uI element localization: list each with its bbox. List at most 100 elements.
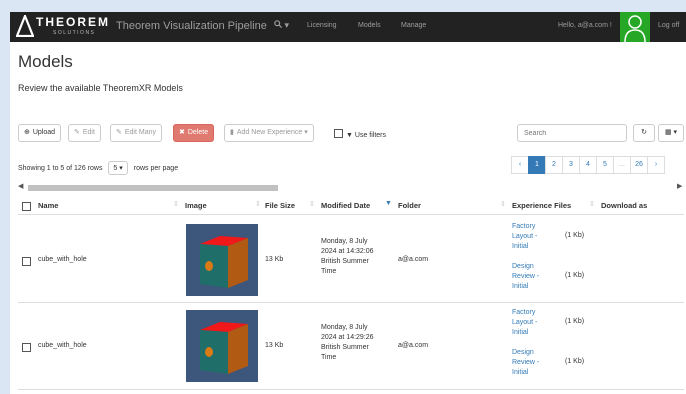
page-size-select[interactable]: 5 ▾ <box>108 161 128 175</box>
use-filters-label: Use filters <box>354 132 387 139</box>
page-title: Models <box>18 52 73 71</box>
page-4[interactable]: 4 <box>579 156 597 174</box>
theorem-logo[interactable]: THEOREM SOLUTIONS <box>12 12 114 42</box>
caret-down-icon: ▾ <box>284 20 290 30</box>
row-folder: a@a.com <box>398 342 429 349</box>
checkbox-box[interactable] <box>334 129 343 138</box>
row-name: cube_with_hole <box>38 342 87 349</box>
row-divider <box>18 389 684 390</box>
page-2[interactable]: 2 <box>545 156 563 174</box>
navbar: THEOREM SOLUTIONS Theorem Visualization … <box>10 12 686 42</box>
col-header-experience-files[interactable]: Experience Files <box>512 201 571 210</box>
sort-icon[interactable]: ⇕ <box>309 200 315 208</box>
edit-many-button[interactable]: ✎ Edit Many <box>110 124 162 142</box>
experience-file-link[interactable]: Factory Layout - Initial <box>512 222 552 252</box>
caret-down-icon: ▾ <box>304 129 308 136</box>
horizontal-scrollbar[interactable]: ◀ ▶ <box>18 182 684 192</box>
caret-down-icon: ▾ <box>673 129 678 136</box>
grid-icon: ▦ <box>664 129 672 136</box>
row-file-size: 13 Kb <box>265 256 284 263</box>
row-checkbox[interactable] <box>22 257 31 266</box>
page-3[interactable]: 3 <box>562 156 580 174</box>
upload-label: Upload <box>32 129 56 136</box>
bookmark-icon: ▮ <box>230 129 234 136</box>
refresh-button[interactable]: ↻ <box>633 124 655 142</box>
page-26[interactable]: 26 <box>630 156 648 174</box>
nav-link-manage[interactable]: Manage <box>401 22 426 29</box>
nav-link-licensing[interactable]: Licensing <box>307 22 337 29</box>
experience-file-link[interactable]: Design Review - Initial <box>512 348 552 378</box>
app-title[interactable]: Theorem Visualization Pipeline <box>116 20 267 32</box>
experience-file-link[interactable]: Factory Layout - Initial <box>512 308 552 338</box>
row-file-size: 13 Kb <box>265 342 284 349</box>
close-icon: ✖ <box>179 129 185 136</box>
sort-icon[interactable]: ⇕ <box>255 200 261 208</box>
col-header-image[interactable]: Image <box>185 201 207 210</box>
search-icon <box>274 20 283 29</box>
col-header-download-as[interactable]: Download as <box>601 201 647 210</box>
pagination-info: Showing 1 to 5 of 126 rows 5 ▾ rows per … <box>18 161 178 175</box>
model-thumbnail <box>186 224 258 296</box>
col-header-folder[interactable]: Folder <box>398 201 421 210</box>
scroll-left-icon[interactable]: ◀ <box>18 182 23 190</box>
col-header-modified-date[interactable]: Modified Date <box>321 201 370 210</box>
showing-rows-text: Showing 1 to 5 of 126 rows <box>18 165 103 172</box>
page-subtitle: Review the available TheoremXR Models <box>18 83 183 93</box>
nav-search-dropdown[interactable]: ▾ <box>274 20 289 31</box>
add-experience-label: Add New Experience <box>236 129 303 136</box>
pagination: ‹ 1 2 3 4 5 ... 26 › <box>511 156 665 174</box>
user-greeting[interactable]: Hello, a@a.com ! <box>558 22 612 29</box>
page-next[interactable]: › <box>647 156 665 174</box>
scroll-right-icon[interactable]: ▶ <box>677 182 682 190</box>
row-name: cube_with_hole <box>38 256 87 263</box>
refresh-icon: ↻ <box>641 129 647 136</box>
col-header-name[interactable]: Name <box>38 201 58 210</box>
sort-icon[interactable]: ⇕ <box>589 200 595 208</box>
experience-file-size: (1 Kb) <box>565 272 585 279</box>
use-filters-checkbox[interactable]: ▼ Use filters <box>334 129 386 139</box>
search-input[interactable] <box>517 124 627 142</box>
sort-icon[interactable]: ⇕ <box>173 200 179 208</box>
scrollbar-thumb[interactable] <box>28 185 278 191</box>
add-new-experience-dropdown[interactable]: ▮ Add New Experience ▾ <box>224 124 314 142</box>
upload-icon: ⊕ <box>24 129 30 136</box>
edit-button[interactable]: ✎ Edit <box>68 124 101 142</box>
brand-sub: SOLUTIONS <box>53 30 96 36</box>
experience-file-size: (1 Kb) <box>565 232 585 239</box>
row-checkbox[interactable] <box>22 343 31 352</box>
logoff-link[interactable]: Log off <box>658 22 679 29</box>
edit-many-label: Edit Many <box>124 129 156 136</box>
col-header-file-size[interactable]: File Size <box>265 201 295 210</box>
filter-icon: ▼ <box>346 132 353 139</box>
sort-icon[interactable]: ⇕ <box>500 200 506 208</box>
cube-model-image <box>200 236 248 288</box>
cube-model-image <box>200 322 248 374</box>
experience-file-link[interactable]: Design Review - Initial <box>512 262 552 292</box>
row-folder: a@a.com <box>398 256 429 263</box>
pencil-icon: ✎ <box>74 129 80 136</box>
page-prev[interactable]: ‹ <box>511 156 529 174</box>
page-1[interactable]: 1 <box>528 156 546 174</box>
upload-button[interactable]: ⊕ Upload <box>18 124 62 142</box>
columns-dropdown[interactable]: ▦ ▾ <box>658 124 684 142</box>
page-size-value: 5 <box>113 165 118 172</box>
avatar[interactable] <box>620 12 650 42</box>
experience-file-size: (1 Kb) <box>565 358 585 365</box>
per-page-text: rows per page <box>133 165 179 172</box>
select-all-checkbox[interactable] <box>22 202 31 211</box>
page-ellipsis: ... <box>613 156 631 174</box>
caret-down-icon: ▾ <box>119 165 123 172</box>
delete-button[interactable]: ✖ Delete <box>173 124 215 142</box>
logo-triangle-icon <box>16 15 34 37</box>
experience-file-size: (1 Kb) <box>565 318 585 325</box>
header-divider <box>18 214 684 215</box>
nav-link-models[interactable]: Models <box>358 22 381 29</box>
user-avatar-icon <box>624 15 646 42</box>
row-divider <box>18 302 684 303</box>
delete-label: Delete <box>187 129 209 136</box>
page-5[interactable]: 5 <box>596 156 614 174</box>
sort-desc-icon[interactable]: ▼ <box>385 200 392 207</box>
row-modified-date: Monday, 8 July 2024 at 14:29:26 British … <box>321 324 374 361</box>
brand-word: THEOREM <box>36 15 110 29</box>
model-thumbnail <box>186 310 258 382</box>
